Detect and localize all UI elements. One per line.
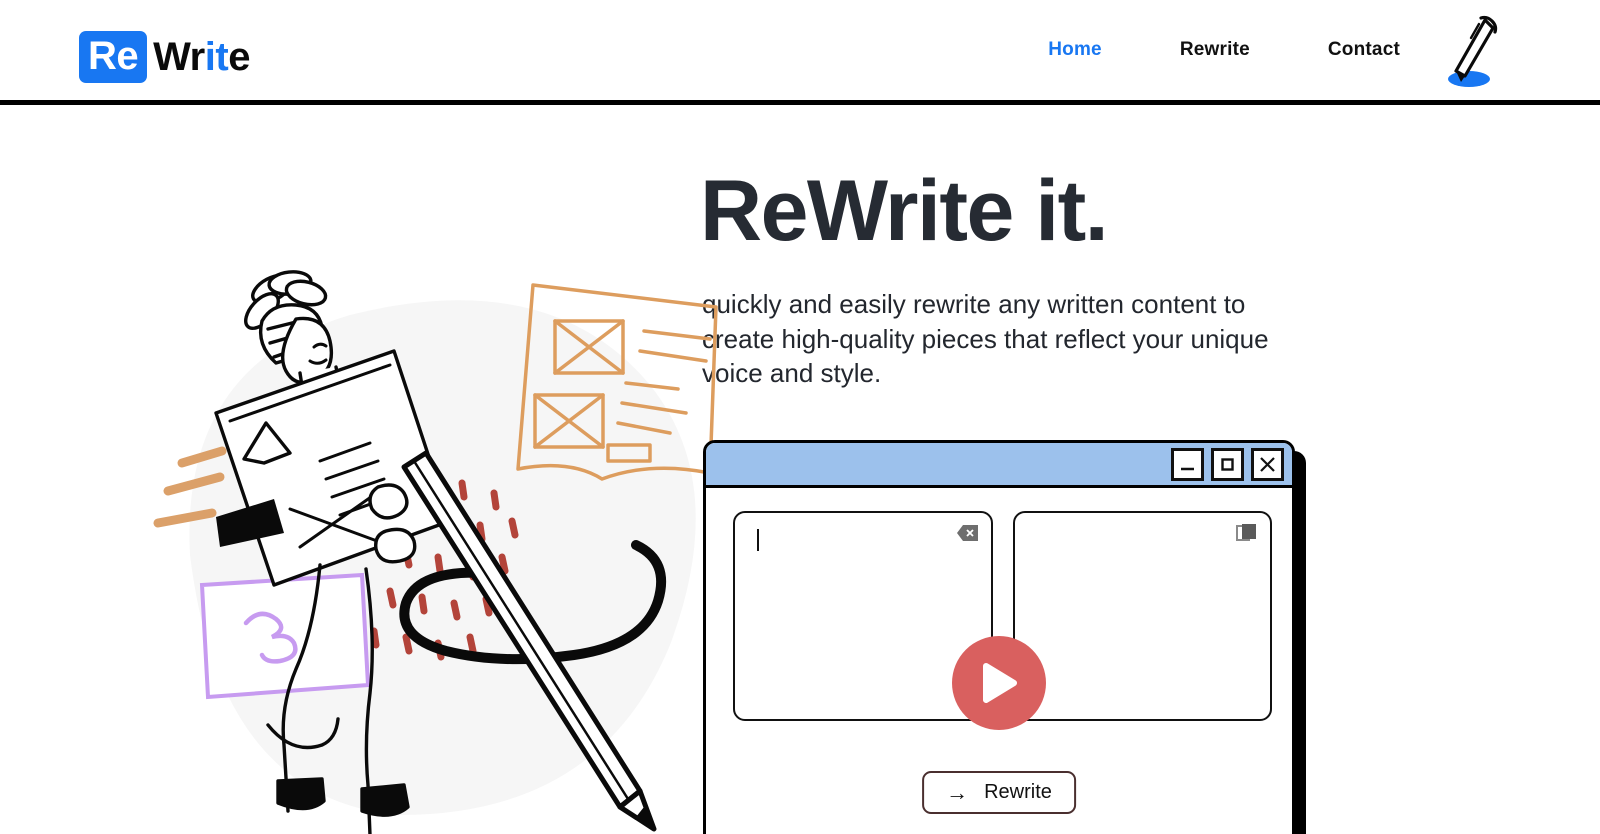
maximize-icon xyxy=(1221,457,1234,471)
rewrite-button[interactable]: → Rewrite xyxy=(922,771,1076,814)
brand-logo[interactable]: Re Wr it e xyxy=(79,31,250,83)
nav-item-contact[interactable]: Contact xyxy=(1328,39,1400,61)
brand-logo-wr: Wr xyxy=(153,35,205,79)
rewrite-button-label: Rewrite xyxy=(984,781,1052,803)
output-panel[interactable] xyxy=(1012,511,1272,721)
maximize-button[interactable] xyxy=(1211,447,1244,481)
clear-backspace-icon[interactable] xyxy=(956,524,979,542)
close-icon xyxy=(1260,456,1275,472)
minimize-icon xyxy=(1181,467,1194,470)
arrow-right-icon: → xyxy=(946,779,969,805)
window-titlebar xyxy=(706,443,1292,488)
page-root: Re Wr it e Home Rewrite Contact ReWrite it.… xyxy=(0,0,1600,834)
page-title: ReWrite it. xyxy=(700,163,1109,259)
main-navigation: Home Rewrite Contact xyxy=(1048,0,1400,100)
pen-icon[interactable] xyxy=(1435,14,1505,90)
close-button[interactable] xyxy=(1251,447,1284,481)
app-window-mockup: → Rewrite xyxy=(703,440,1295,834)
woman-with-pencil-illustration xyxy=(150,255,730,834)
text-caret xyxy=(757,529,759,551)
play-icon xyxy=(983,663,1017,703)
brand-logo-badge: Re xyxy=(79,31,148,83)
nav-item-rewrite[interactable]: Rewrite xyxy=(1180,39,1250,61)
site-header: Re Wr it e Home Rewrite Contact xyxy=(0,0,1600,105)
brand-logo-e: e xyxy=(228,35,250,79)
play-button[interactable] xyxy=(952,636,1046,730)
minimize-button[interactable] xyxy=(1171,447,1204,481)
sticky-note xyxy=(199,572,371,700)
copy-icon[interactable] xyxy=(1236,524,1258,542)
nav-item-home[interactable]: Home xyxy=(1048,39,1102,61)
hero-subtitle: quickly and easily rewrite any written c… xyxy=(702,289,1269,389)
brand-logo-it: it xyxy=(204,35,229,79)
